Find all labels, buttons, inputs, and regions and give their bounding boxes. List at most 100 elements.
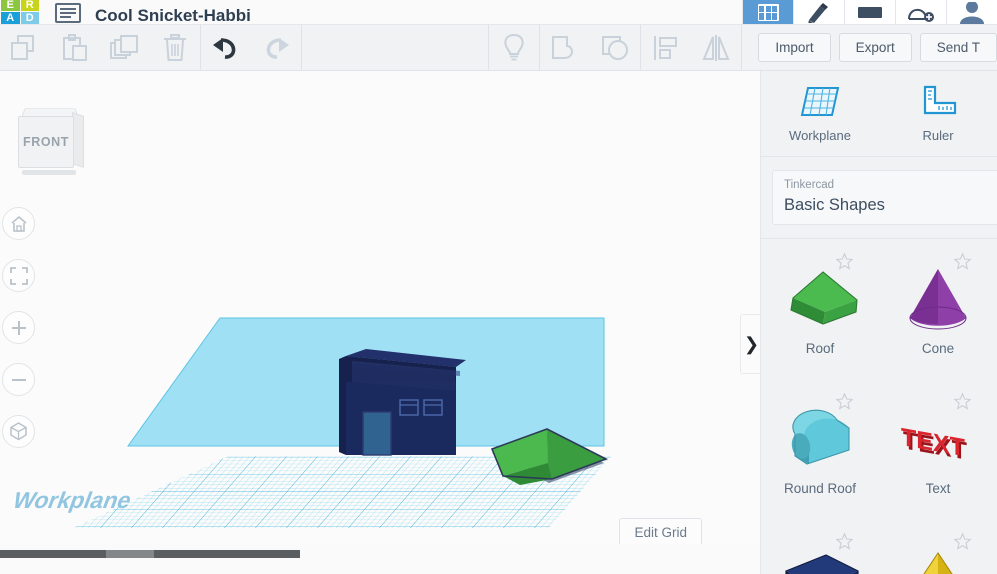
shape-label-round-roof: Round Roof — [783, 481, 857, 496]
text-shape-icon: TEXT TEXT — [901, 423, 967, 466]
panel-collapse-button[interactable]: ❯ — [740, 314, 762, 374]
view-cube[interactable]: FRONT — [14, 104, 86, 178]
view-mode-grid-button[interactable] — [742, 0, 793, 24]
fit-frame-icon — [9, 266, 28, 285]
cone-shape-icon — [909, 269, 967, 330]
view-mode-user-button[interactable] — [946, 0, 997, 24]
paste-button[interactable] — [50, 25, 100, 71]
shape-item-round-roof[interactable]: Round Roof — [761, 383, 879, 523]
tinkercad-logo[interactable]: E R A D — [1, 0, 39, 24]
favorite-star-icon[interactable] — [836, 393, 853, 410]
horizontal-scrollbar[interactable] — [0, 544, 760, 558]
export-button[interactable]: Export — [838, 33, 912, 62]
paste-icon — [63, 33, 87, 61]
group-button[interactable] — [540, 25, 590, 71]
shape-thumb-text: TEXT TEXT — [895, 401, 981, 479]
shape-item-cone[interactable]: Cone — [879, 243, 997, 383]
view-mode-add-shape-button[interactable] — [895, 0, 946, 24]
top-bar: E R A D Cool Snicket-Habbi — [0, 0, 997, 25]
shape-item-box[interactable] — [761, 523, 879, 574]
ruler-tool-label: Ruler — [922, 127, 954, 143]
view-mode-edit-button[interactable] — [793, 0, 844, 24]
zoom-in-button[interactable] — [2, 311, 35, 344]
toolbar-action-buttons: Import Export Send T — [742, 33, 997, 62]
align-button[interactable] — [641, 25, 691, 71]
grid-icon — [757, 4, 779, 21]
workplane-tool[interactable]: Workplane — [761, 71, 879, 156]
home-icon — [10, 215, 27, 232]
logo-tile-e: E — [1, 0, 20, 11]
favorite-star-icon[interactable] — [836, 253, 853, 270]
document-list-icon[interactable] — [55, 3, 81, 23]
duplicate-button[interactable] — [100, 25, 150, 71]
roof-shape-icon — [790, 271, 858, 325]
fit-to-view-button[interactable] — [2, 259, 35, 292]
library-name-label: Basic Shapes — [784, 196, 885, 214]
svg-text:TEXT: TEXT — [901, 423, 965, 462]
arrange-tool-group — [641, 25, 741, 71]
lightbulb-icon — [504, 33, 524, 60]
group-icon — [552, 35, 574, 59]
3d-canvas[interactable]: Workplane FRONT Edit Grid — [0, 71, 760, 558]
shape-item-text[interactable]: TEXT TEXT Text — [879, 383, 997, 523]
delete-button[interactable] — [150, 25, 200, 71]
redo-button[interactable] — [251, 25, 301, 71]
3d-scene: Workplane — [9, 317, 612, 529]
mirror-icon — [702, 34, 730, 61]
solid-block-icon — [858, 7, 882, 18]
shape-thumb-roof — [777, 261, 863, 339]
panel-tools-row: Workplane Ruler — [761, 71, 997, 157]
user-icon — [960, 1, 984, 24]
scrollbar-thumb[interactable] — [106, 550, 154, 558]
hint-tool-group — [489, 25, 539, 71]
view-cube-shadow — [22, 170, 76, 175]
redo-icon — [266, 37, 289, 59]
view-mode-solid-button[interactable] — [844, 0, 895, 24]
logo-tile-a: A — [1, 12, 20, 24]
ruler-tool[interactable]: Ruler — [879, 71, 997, 156]
favorite-star-icon[interactable] — [954, 393, 971, 410]
logo-tile-d: D — [20, 12, 39, 24]
ruler-icon — [923, 85, 957, 114]
view-cube-front-face[interactable]: FRONT — [18, 116, 74, 168]
shape-item-roof[interactable]: Roof — [761, 243, 879, 383]
align-icon — [654, 35, 678, 60]
mirror-button[interactable] — [691, 25, 741, 71]
shape-label-cone: Cone — [921, 341, 955, 356]
shape-thumb-cone — [895, 261, 981, 339]
shapes-grid: Roof Cone Round Roof TEXT TEXT Text — [761, 239, 997, 574]
history-tool-group — [201, 25, 301, 71]
workplane-tool-label: Workplane — [789, 127, 851, 143]
favorite-star-icon[interactable] — [836, 533, 853, 550]
copy-button[interactable] — [0, 25, 50, 71]
ungroup-icon — [602, 35, 629, 60]
trash-icon — [164, 33, 186, 61]
edit-grid-button[interactable]: Edit Grid — [619, 518, 702, 547]
favorite-star-icon[interactable] — [954, 533, 971, 550]
copy-icon — [11, 34, 34, 60]
clipboard-tool-group — [0, 25, 200, 71]
favorite-star-icon[interactable] — [954, 253, 971, 270]
home-view-button[interactable] — [2, 207, 35, 240]
document-title[interactable]: Cool Snicket-Habbi — [95, 6, 251, 24]
cube-icon — [10, 422, 27, 441]
shape-item-pyramid[interactable] — [879, 523, 997, 574]
workplane-watermark: Workplane — [9, 489, 135, 514]
perspective-toggle-button[interactable] — [2, 415, 35, 448]
ungroup-button[interactable] — [590, 25, 640, 71]
shape-library-select[interactable]: Tinkercad Basic Shapes — [772, 170, 997, 225]
workplane-icon — [800, 86, 840, 116]
zoom-out-button[interactable] — [2, 363, 35, 396]
send-to-button[interactable]: Send T — [919, 33, 997, 62]
house-box-object[interactable] — [339, 349, 466, 456]
undo-button[interactable] — [201, 25, 251, 71]
box-shape-icon — [785, 554, 859, 574]
library-source-label: Tinkercad — [784, 179, 835, 191]
undo-icon — [213, 37, 236, 59]
hint-button[interactable] — [489, 25, 539, 71]
shape-label-text: Text — [925, 481, 951, 496]
tinkercad-app: E R A D Cool Snicket-Habbi Import Export… — [0, 0, 997, 574]
import-button[interactable]: Import — [758, 33, 831, 62]
group-tool-group — [540, 25, 640, 71]
